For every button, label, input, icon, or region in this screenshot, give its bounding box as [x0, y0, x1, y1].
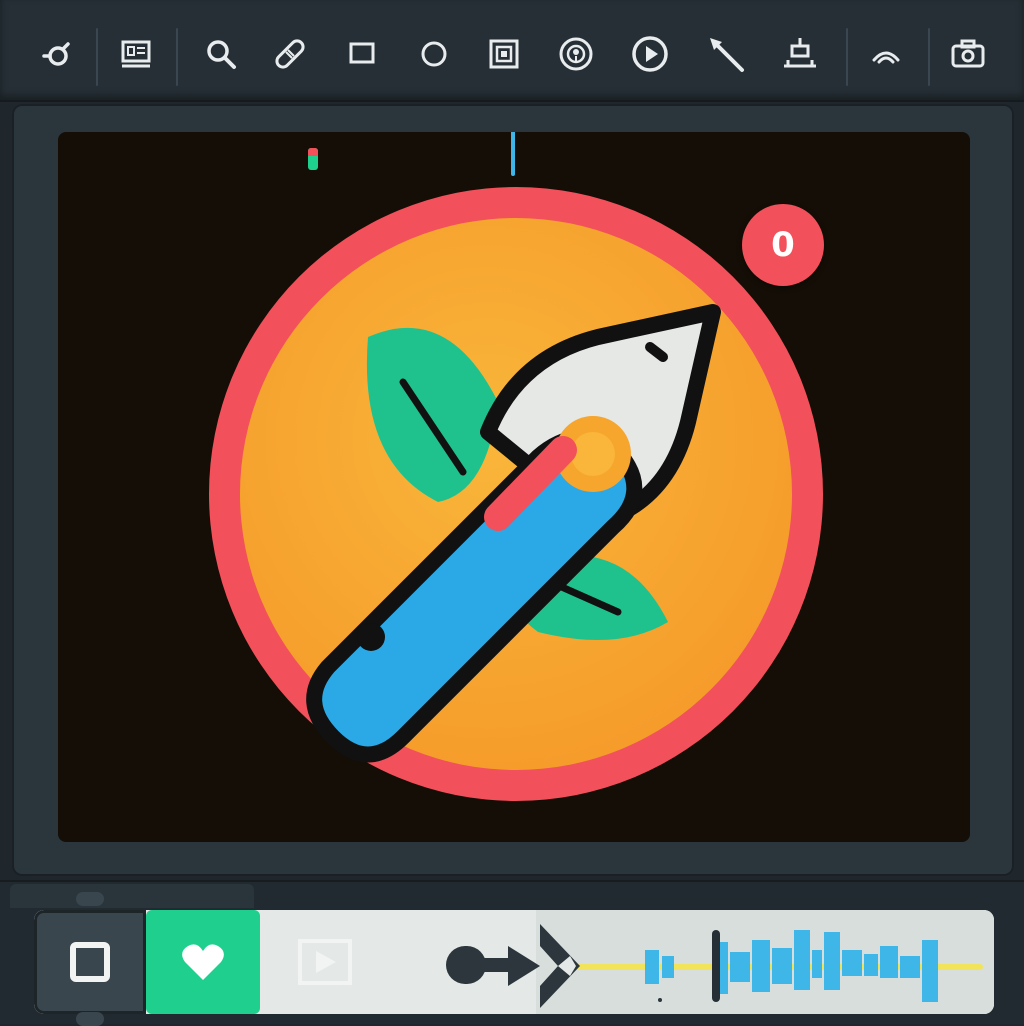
ellipse-tool-icon	[421, 41, 447, 67]
scrub-track[interactable]	[390, 910, 994, 1014]
timeline-bar	[0, 880, 1024, 1024]
ellipse-tool-button[interactable]	[408, 28, 460, 80]
frame-tool-icon	[489, 39, 519, 69]
search-tool-button[interactable]	[195, 28, 247, 80]
target-tool-icon	[559, 37, 593, 71]
play-tool-icon	[632, 36, 668, 72]
heart-icon	[182, 944, 224, 980]
workspace-panel: 0	[12, 104, 1014, 876]
play-tool-button[interactable]	[624, 28, 676, 80]
bandage-tool-icon	[275, 39, 305, 69]
artwork-illustration	[209, 187, 823, 801]
search-tool-icon	[207, 40, 236, 69]
toolbar-separator	[176, 28, 178, 86]
waveform-track	[390, 910, 994, 1014]
favorite-button[interactable]	[146, 910, 260, 1014]
artwork-wrench-hole-inner	[571, 432, 615, 476]
artwork-wrench-pivot	[357, 623, 385, 651]
align-tool-button[interactable]	[774, 28, 826, 80]
toolbar-separator	[846, 28, 848, 86]
signal-tool-button[interactable]	[860, 28, 912, 80]
timeline-panel	[34, 910, 994, 1014]
monitor-tool-icon	[121, 40, 151, 68]
video-frame-icon	[298, 939, 352, 985]
monitor-tool-button[interactable]	[110, 28, 162, 80]
top-toolbar	[0, 0, 1024, 102]
timeline-top-knob[interactable]	[76, 892, 104, 906]
pen-tool-icon	[710, 38, 744, 72]
pivot-tool-icon	[42, 42, 70, 66]
rectangle-tool-icon	[349, 42, 375, 64]
toolbar-separator	[96, 28, 98, 86]
camera-tool-icon	[951, 39, 985, 68]
align-tool-icon	[784, 38, 816, 68]
stop-button[interactable]	[34, 910, 146, 1014]
scrub-head	[712, 930, 720, 1002]
notification-badge[interactable]: 0	[742, 204, 824, 286]
media-button[interactable]	[260, 910, 390, 1014]
frame-tool-button[interactable]	[478, 28, 530, 80]
artboard-canvas[interactable]: 0	[58, 132, 970, 842]
signal-tool-icon	[872, 51, 900, 64]
camera-tool-button[interactable]	[942, 28, 994, 80]
rectangle-tool-button[interactable]	[336, 28, 388, 80]
stop-icon	[70, 942, 110, 982]
target-tool-button[interactable]	[550, 28, 602, 80]
pen-tool-button[interactable]	[700, 28, 752, 80]
bandage-tool-button[interactable]	[264, 28, 316, 80]
timeline-tab[interactable]	[10, 884, 254, 908]
pivot-tool-button[interactable]	[30, 28, 82, 80]
toolbar-separator	[928, 28, 930, 86]
